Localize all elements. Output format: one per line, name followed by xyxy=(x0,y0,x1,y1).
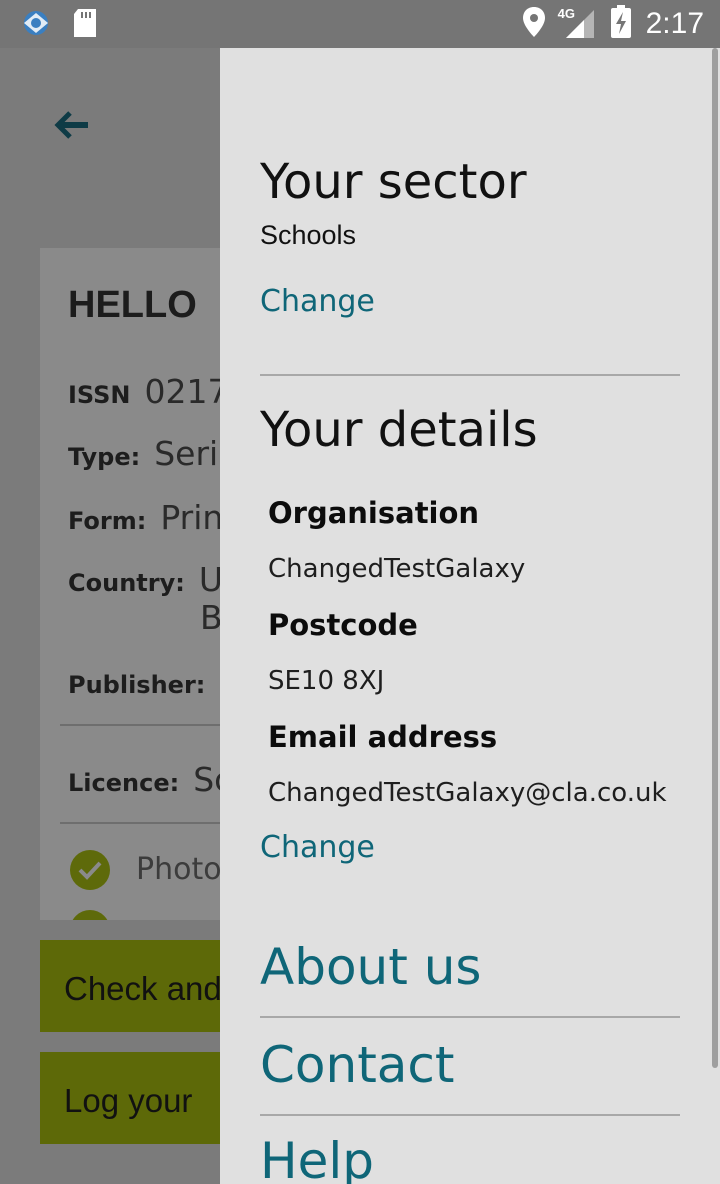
nav-help[interactable]: Help xyxy=(260,1132,374,1184)
change-sector-link[interactable]: Change xyxy=(260,284,375,319)
log-your-button[interactable]: Log your xyxy=(40,1052,240,1144)
details-heading: Your details xyxy=(260,402,538,458)
postcode-value: SE10 8XJ xyxy=(268,666,385,696)
check-item: Photo xyxy=(136,852,222,887)
organisation-value: ChangedTestGalaxy xyxy=(268,554,526,584)
battery-charging-icon xyxy=(610,5,632,43)
location-icon xyxy=(522,6,546,42)
postcode-label: Postcode xyxy=(268,608,418,642)
country-row: Country: U xyxy=(68,560,223,599)
navigation-drawer: Your sector Schools Change Your details … xyxy=(220,48,720,1184)
network-type-label: 4G xyxy=(557,6,575,21)
nav-about-us[interactable]: About us xyxy=(260,938,481,996)
organisation-label: Organisation xyxy=(268,496,480,530)
status-bar: 4G 2:17 xyxy=(0,0,720,48)
check-and-button[interactable]: Check and xyxy=(40,940,240,1032)
licence-row: Licence: Sc xyxy=(68,760,233,799)
check-icon xyxy=(70,850,110,890)
drawer-scrollbar[interactable] xyxy=(712,48,718,1068)
email-label: Email address xyxy=(268,720,498,754)
app-notification-icon xyxy=(18,8,54,42)
clock: 2:17 xyxy=(645,7,704,40)
change-details-link[interactable]: Change xyxy=(260,830,375,865)
type-row: Type: Seria xyxy=(68,434,239,473)
issn-row: ISSN 0217 xyxy=(68,372,229,411)
card-title: HELLO xyxy=(68,284,197,326)
email-value: ChangedTestGalaxy@cla.co.uk xyxy=(268,778,667,808)
card-divider xyxy=(60,724,240,726)
nav-divider xyxy=(260,1114,680,1116)
check-icon xyxy=(70,910,110,920)
section-divider xyxy=(260,374,680,376)
form-row: Form: Prin xyxy=(68,498,224,537)
sector-heading: Your sector xyxy=(260,154,527,210)
sd-card-icon xyxy=(72,8,98,42)
back-arrow-icon[interactable] xyxy=(54,110,90,144)
journal-card: HELLO ISSN 0217 Type: Seria Form: Prin Coun… xyxy=(40,248,240,920)
publisher-row: Publisher: xyxy=(68,671,206,699)
card-divider xyxy=(60,822,240,824)
nav-contact[interactable]: Contact xyxy=(260,1036,455,1094)
nav-divider xyxy=(260,1016,680,1018)
signal-icon: 4G xyxy=(557,6,596,40)
sector-value: Schools xyxy=(260,220,357,250)
